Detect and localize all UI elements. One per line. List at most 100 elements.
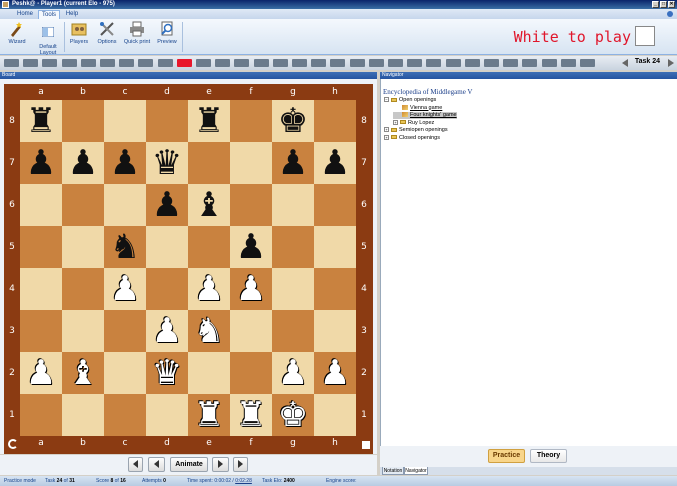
- square-f7[interactable]: [230, 142, 272, 184]
- progress-segment[interactable]: [426, 59, 442, 67]
- progress-segment[interactable]: [42, 59, 58, 67]
- square-e4[interactable]: ♟: [188, 268, 230, 310]
- square-a8[interactable]: ♜: [20, 100, 62, 142]
- square-f6[interactable]: [230, 184, 272, 226]
- square-f1[interactable]: ♜: [230, 394, 272, 436]
- square-d2[interactable]: ♛: [146, 352, 188, 394]
- square-e3[interactable]: ♞: [188, 310, 230, 352]
- black-pawn-icon[interactable]: ♟: [236, 226, 266, 268]
- first-move-button[interactable]: [128, 457, 143, 472]
- default-layout-button[interactable]: Default Layout: [34, 21, 62, 56]
- white-pawn-icon[interactable]: ♟: [152, 310, 182, 352]
- square-f5[interactable]: ♟: [230, 226, 272, 268]
- black-rook-icon[interactable]: ♜: [194, 100, 224, 142]
- progress-segment[interactable]: [80, 59, 96, 67]
- tab-navigator[interactable]: Navigator: [404, 467, 428, 475]
- white-rook-icon[interactable]: ♜: [236, 394, 266, 436]
- square-b2[interactable]: ♝: [62, 352, 104, 394]
- options-button[interactable]: Options: [95, 21, 119, 53]
- expand-icon[interactable]: +: [384, 134, 389, 140]
- progress-segment[interactable]: [407, 59, 423, 67]
- black-pawn-icon[interactable]: ♟: [278, 142, 308, 184]
- square-f8[interactable]: [230, 100, 272, 142]
- square-d6[interactable]: ♟: [146, 184, 188, 226]
- white-pawn-icon[interactable]: ♟: [194, 268, 224, 310]
- progress-segment[interactable]: [253, 59, 269, 67]
- square-e1[interactable]: ♜: [188, 394, 230, 436]
- progress-segment[interactable]: [368, 59, 384, 67]
- progress-segment[interactable]: [484, 59, 499, 67]
- square-f2[interactable]: [230, 352, 272, 394]
- black-king-icon[interactable]: ♚: [278, 100, 308, 142]
- board-color-toggle[interactable]: [362, 441, 370, 449]
- square-g5[interactable]: [272, 226, 314, 268]
- square-c4[interactable]: ♟: [104, 268, 146, 310]
- prev-move-button[interactable]: [148, 457, 165, 472]
- square-b5[interactable]: [62, 226, 104, 268]
- progress-segment[interactable]: [541, 59, 557, 67]
- tab-tools[interactable]: Tools: [38, 10, 60, 19]
- square-b7[interactable]: ♟: [62, 142, 104, 184]
- black-rook-icon[interactable]: ♜: [26, 100, 56, 142]
- square-e2[interactable]: [188, 352, 230, 394]
- practice-button[interactable]: Practice: [488, 449, 525, 463]
- square-e7[interactable]: [188, 142, 230, 184]
- square-h3[interactable]: [314, 310, 356, 352]
- time-limit-link[interactable]: 0:02:28: [235, 478, 252, 484]
- progress-segment[interactable]: [119, 59, 135, 67]
- square-h2[interactable]: ♟: [314, 352, 356, 394]
- flip-board-icon[interactable]: [8, 439, 18, 449]
- square-a2[interactable]: ♟: [20, 352, 62, 394]
- white-pawn-icon[interactable]: ♟: [278, 352, 308, 394]
- square-c1[interactable]: [104, 394, 146, 436]
- expand-icon[interactable]: +: [384, 127, 389, 133]
- square-e5[interactable]: [188, 226, 230, 268]
- square-a5[interactable]: [20, 226, 62, 268]
- tree-item[interactable]: − Open openings: [384, 97, 436, 104]
- square-f3[interactable]: [230, 310, 272, 352]
- square-b4[interactable]: [62, 268, 104, 310]
- square-g4[interactable]: [272, 268, 314, 310]
- square-h4[interactable]: [314, 268, 356, 310]
- white-king-icon[interactable]: ♚: [278, 394, 308, 436]
- progress-segment[interactable]: [100, 59, 115, 67]
- square-d3[interactable]: ♟: [146, 310, 188, 352]
- animate-button[interactable]: Animate: [170, 457, 208, 472]
- square-b3[interactable]: [62, 310, 104, 352]
- wizard-button[interactable]: Wizard: [4, 21, 30, 53]
- square-h8[interactable]: [314, 100, 356, 142]
- square-a3[interactable]: [20, 310, 62, 352]
- square-d1[interactable]: [146, 394, 188, 436]
- square-c6[interactable]: [104, 184, 146, 226]
- tab-notation[interactable]: Notation: [382, 467, 404, 475]
- progress-segment[interactable]: [330, 59, 346, 67]
- square-c8[interactable]: [104, 100, 146, 142]
- black-bishop-icon[interactable]: ♝: [194, 184, 224, 226]
- close-button[interactable]: ✕: [668, 1, 675, 8]
- square-g2[interactable]: ♟: [272, 352, 314, 394]
- collapse-icon[interactable]: −: [384, 97, 389, 103]
- square-d7[interactable]: ♛: [146, 142, 188, 184]
- maximize-button[interactable]: □: [660, 1, 667, 8]
- square-h5[interactable]: [314, 226, 356, 268]
- progress-segment-current[interactable]: [176, 59, 192, 67]
- progress-segment[interactable]: [196, 59, 211, 67]
- square-h1[interactable]: [314, 394, 356, 436]
- tree-item[interactable]: + Semiopen openings: [384, 127, 448, 134]
- square-e6[interactable]: ♝: [188, 184, 230, 226]
- white-pawn-icon[interactable]: ♟: [236, 268, 266, 310]
- black-queen-icon[interactable]: ♛: [152, 142, 182, 184]
- progress-segment[interactable]: [23, 59, 39, 67]
- progress-segment[interactable]: [311, 59, 327, 67]
- progress-segment[interactable]: [388, 59, 403, 67]
- square-c3[interactable]: [104, 310, 146, 352]
- progress-segment[interactable]: [560, 59, 576, 67]
- progress-segment[interactable]: [292, 59, 307, 67]
- next-move-button[interactable]: [212, 457, 229, 472]
- square-c2[interactable]: [104, 352, 146, 394]
- minimize-button[interactable]: _: [652, 1, 659, 8]
- square-b8[interactable]: [62, 100, 104, 142]
- black-knight-icon[interactable]: ♞: [110, 226, 140, 268]
- progress-segment[interactable]: [580, 59, 595, 67]
- black-pawn-icon[interactable]: ♟: [152, 184, 182, 226]
